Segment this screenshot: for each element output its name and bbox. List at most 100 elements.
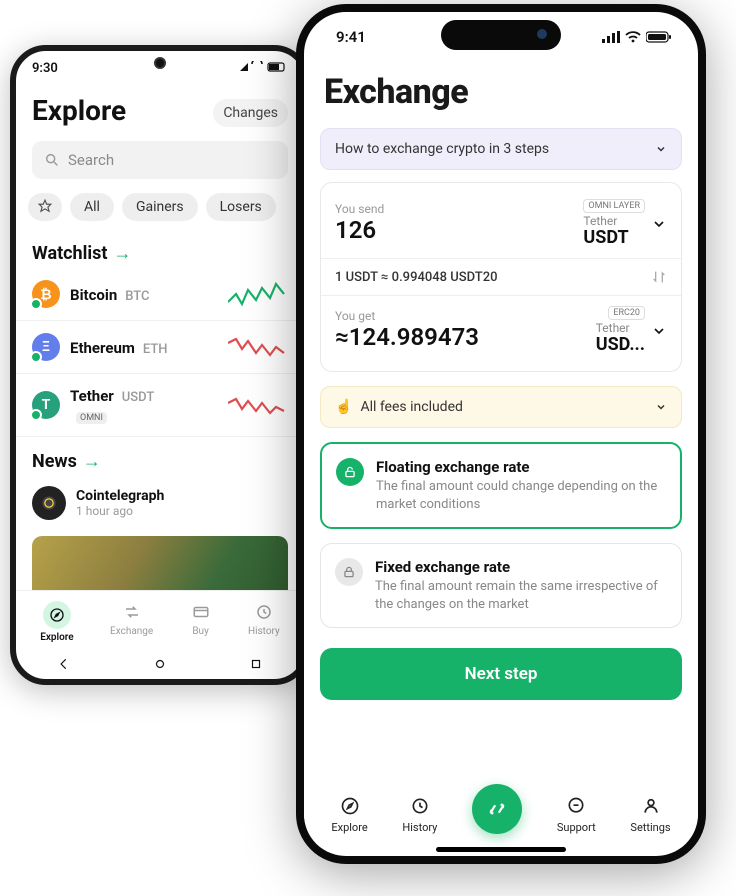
tether-icon: T [32, 391, 60, 419]
coin-symbol: BTC [125, 289, 149, 304]
chevron-down-icon [651, 216, 667, 232]
token-symbol: USD... [596, 334, 645, 355]
tab-label: Settings [630, 821, 670, 834]
tab-label: Exchange [110, 626, 153, 637]
arrow-right-icon: → [114, 243, 132, 264]
get-label: You get [335, 309, 479, 323]
token-name: Tether [583, 215, 617, 227]
battery-icon [646, 31, 672, 43]
compass-icon [43, 601, 71, 629]
coin-name: Bitcoin [70, 286, 117, 304]
fees-banner[interactable]: ☝️ All fees included [320, 386, 682, 428]
news-title: News [32, 451, 77, 472]
filter-favorites[interactable] [28, 193, 62, 221]
rate-title: Floating exchange rate [376, 458, 666, 476]
tab-label: Explore [331, 821, 367, 834]
clock-icon [253, 601, 275, 623]
tab-support[interactable]: Support [557, 795, 596, 834]
filter-all[interactable]: All [70, 193, 114, 221]
tab-label: Explore [40, 632, 73, 643]
cellular-icon [602, 31, 620, 43]
exchange-icon [121, 601, 143, 623]
tab-buy[interactable]: Buy [190, 601, 212, 643]
sparkline-icon [228, 333, 288, 361]
status-icons [602, 31, 672, 43]
news-source: Cointelegraph [76, 488, 164, 504]
tab-label: Buy [192, 626, 208, 637]
chat-icon [565, 795, 587, 817]
card-icon [190, 601, 212, 623]
send-token-selector[interactable]: OMNI LAYER Tether USDT [583, 199, 667, 248]
android-home-icon[interactable] [153, 657, 167, 671]
arrow-right-icon: → [83, 451, 101, 472]
swap-arrows-icon [486, 798, 508, 820]
fees-text: All fees included [360, 399, 462, 415]
sparkline-icon [228, 391, 288, 419]
status-time: 9:41 [336, 28, 366, 46]
rate-desc: The final amount remain the same irrespe… [375, 578, 667, 613]
status-time: 9:30 [32, 61, 58, 76]
tab-label: History [248, 626, 280, 637]
wifi-icon [625, 31, 641, 43]
tab-settings[interactable]: Settings [630, 795, 670, 834]
android-back-icon[interactable] [57, 657, 71, 671]
pointing-up-icon: ☝️ [335, 399, 352, 415]
swap-icon[interactable] [651, 269, 667, 285]
ethereum-icon: Ξ [32, 333, 60, 361]
token-name: Tether [596, 322, 630, 334]
coin-row-eth[interactable]: Ξ Ethereum ETH [16, 321, 304, 374]
filter-pills: All Gainers Losers [16, 185, 304, 229]
exchange-rate-text: 1 USDT ≈ 0.994048 USDT20 [335, 270, 498, 285]
rate-option-floating[interactable]: Floating exchange rate The final amount … [320, 442, 682, 529]
search-placeholder: Search [68, 151, 114, 169]
filter-gainers[interactable]: Gainers [122, 193, 198, 221]
tab-history[interactable]: History [402, 795, 437, 834]
send-label: You send [335, 202, 384, 216]
tab-label: History [402, 821, 437, 834]
chevron-down-icon [651, 323, 667, 339]
tab-history[interactable]: History [248, 601, 280, 643]
iphone-frame: 9:41 Exchange How to exchange crypto in … [296, 4, 706, 864]
search-icon [44, 152, 60, 168]
token-symbol: USDT [583, 227, 628, 248]
clock-icon [409, 795, 431, 817]
compass-icon [339, 795, 361, 817]
unlock-icon [336, 458, 364, 486]
coin-name: Ethereum [70, 339, 135, 357]
network-badge: OMNI LAYER [583, 199, 645, 213]
network-badge: ERC20 [608, 306, 645, 320]
howto-text: How to exchange crypto in 3 steps [335, 141, 549, 157]
next-step-button[interactable]: Next step [320, 648, 682, 700]
watchlist-header[interactable]: Watchlist → [16, 229, 304, 268]
tab-explore[interactable]: Explore [40, 601, 73, 643]
cointelegraph-logo-icon [32, 486, 66, 520]
bottom-tab-bar: Explore Exchange Buy History [16, 590, 304, 649]
bottom-tab-bar: Explore History Support Settings [304, 787, 698, 848]
bitcoin-icon: ₿ [32, 280, 60, 308]
page-title: Exchange [304, 46, 698, 122]
news-header[interactable]: News → [16, 437, 304, 476]
tab-explore[interactable]: Explore [331, 795, 367, 834]
watchlist-title: Watchlist [32, 243, 108, 264]
network-badge: OMNI [76, 412, 107, 424]
lock-icon [335, 558, 363, 586]
status-icons [238, 61, 288, 76]
send-amount-input[interactable]: 126 [335, 216, 384, 245]
exchange-fab-button[interactable] [472, 784, 522, 834]
tab-label: Support [557, 821, 596, 834]
rate-option-fixed[interactable]: Fixed exchange rate The final amount rem… [320, 543, 682, 628]
news-item[interactable]: Cointelegraph 1 hour ago [16, 476, 304, 530]
get-amount: ≈124.989473 [335, 323, 479, 352]
home-indicator[interactable] [436, 847, 566, 852]
get-token-selector[interactable]: ERC20 Tether USD... [596, 306, 667, 355]
coin-symbol: USDT [122, 390, 154, 405]
coin-row-btc[interactable]: ₿ Bitcoin BTC [16, 268, 304, 321]
search-input[interactable]: Search [32, 141, 288, 179]
android-recents-icon[interactable] [249, 657, 263, 671]
tab-exchange[interactable]: Exchange [110, 601, 153, 643]
changes-dropdown[interactable]: Changes [213, 99, 288, 127]
chevron-down-icon [655, 143, 667, 155]
filter-losers[interactable]: Losers [206, 193, 276, 221]
coin-row-usdt[interactable]: T Tether USDT OMNI [16, 374, 304, 437]
howto-banner[interactable]: How to exchange crypto in 3 steps [320, 128, 682, 170]
